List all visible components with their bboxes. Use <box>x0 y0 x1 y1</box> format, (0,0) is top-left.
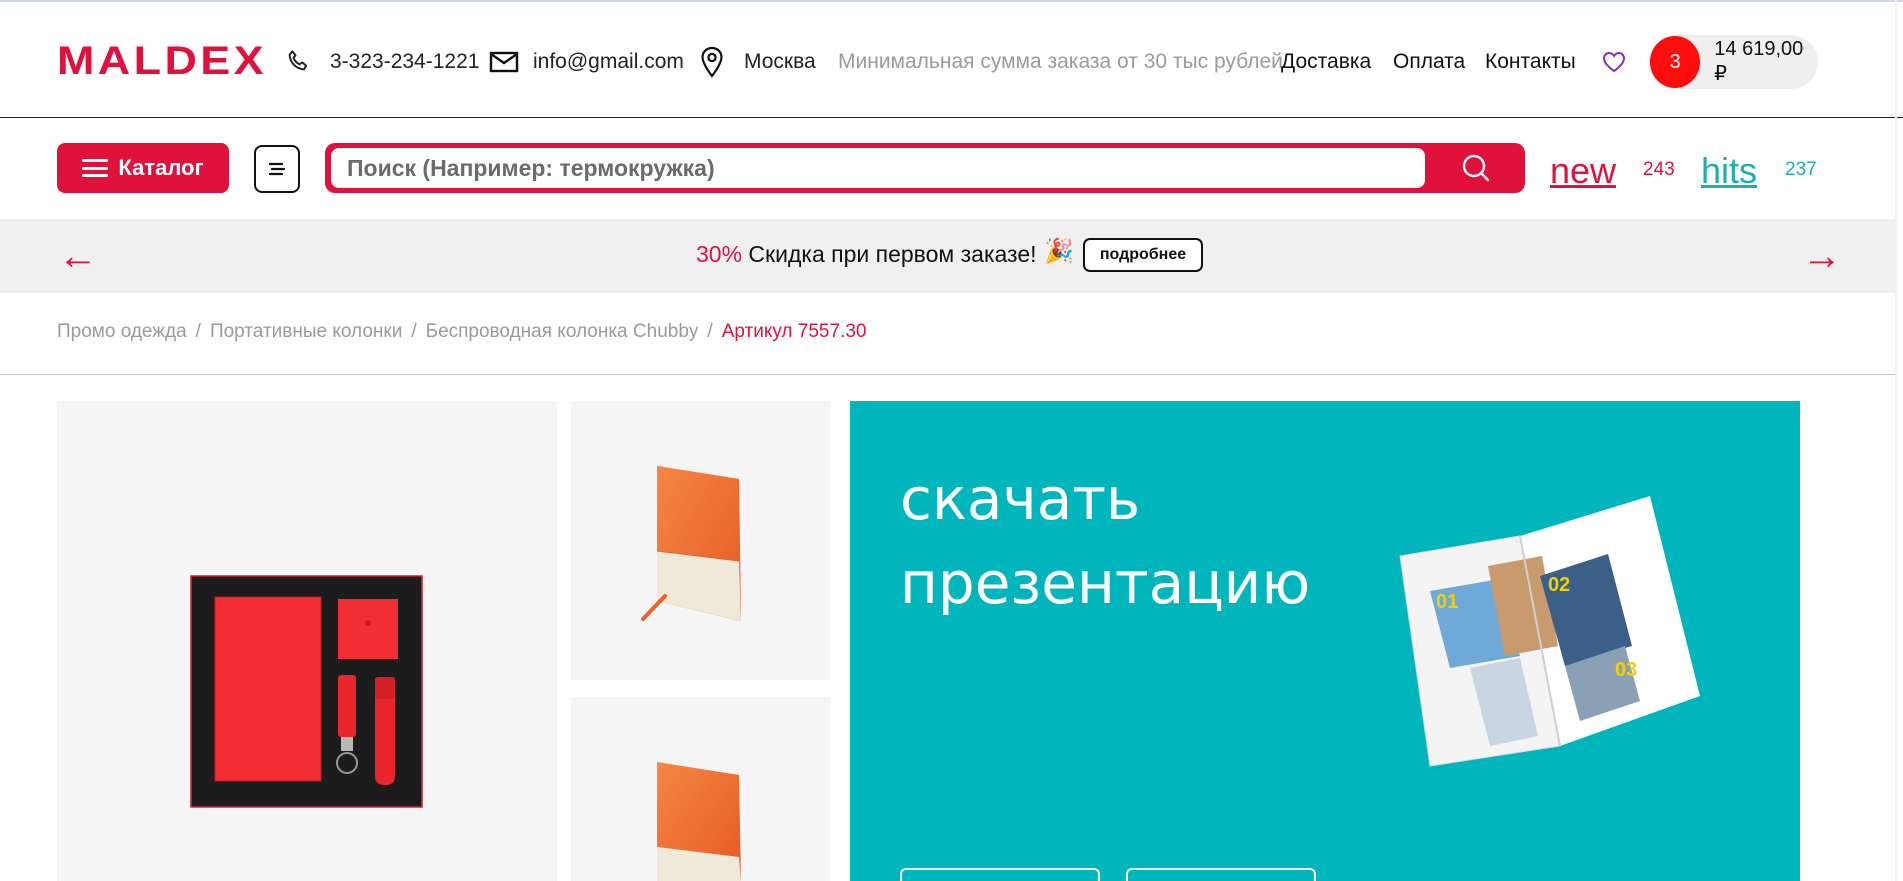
product-thumbnail[interactable] <box>571 401 830 680</box>
new-products-count: 243 <box>1643 159 1675 180</box>
hits-count: 237 <box>1785 159 1817 180</box>
hits-link[interactable]: hits <box>1701 150 1757 192</box>
catalog-button[interactable]: Каталог <box>57 143 229 193</box>
svg-text:02: 02 <box>1548 574 1570 596</box>
heart-icon <box>1602 51 1626 73</box>
email-address: info@gmail.com <box>533 50 684 73</box>
mail-icon <box>489 51 519 73</box>
header-phone[interactable]: 3-323-234-1221 <box>284 42 479 82</box>
cart-sum: 14 619,00 ₽ <box>1714 38 1804 85</box>
breadcrumb-item[interactable]: Портативные колонки <box>210 321 402 343</box>
presentation-banner[interactable]: скачать презентацию 01 02 03 <box>850 401 1800 881</box>
promo-banner-strip: ← 30% Скидка при первом заказе! 🎉 подроб… <box>0 219 1895 293</box>
top-bar: MALDEX 3-323-234-1221 info@gmail.com Мос… <box>0 0 1903 118</box>
banner-title: скачать презентацию <box>900 465 1311 617</box>
search-button[interactable] <box>1427 143 1525 193</box>
gift-set-image <box>190 575 423 808</box>
breadcrumb-current: Артикул 7557.30 <box>721 321 867 342</box>
catalog-label: Каталог <box>118 155 204 180</box>
header-email[interactable]: info@gmail.com <box>489 42 684 82</box>
promo-next-arrow[interactable]: → <box>1802 236 1842 276</box>
product-main-image[interactable] <box>57 401 557 881</box>
city-name: Москва <box>744 50 816 73</box>
breadcrumb-item[interactable]: Беспроводная колонка Chubby <box>426 321 699 343</box>
favorites-button[interactable] <box>1601 42 1627 82</box>
search-input[interactable] <box>331 148 1425 188</box>
banner-button-secondary[interactable] <box>1126 868 1316 881</box>
header-city[interactable]: Москва <box>700 42 816 82</box>
notebook-thumbnail-image <box>641 466 741 621</box>
breadcrumb-separator: / <box>707 321 713 342</box>
svg-text:MALDEX: MALDEX <box>57 40 267 78</box>
party-popper-icon: 🎉 <box>1044 238 1074 265</box>
phone-number: 3-323-234-1221 <box>330 50 480 73</box>
min-order-note: Минимальная сумма заказа от 30 тыс рубле… <box>838 50 1283 73</box>
maldex-logo[interactable]: MALDEX <box>57 40 269 78</box>
cart-button[interactable]: 3 14 619,00 ₽ <box>1649 35 1818 89</box>
new-products-link[interactable]: new <box>1550 150 1616 192</box>
breadcrumb: Промо одежда / Портативные колонки / Бес… <box>57 321 866 343</box>
nav-contacts[interactable]: Контакты <box>1485 42 1576 82</box>
banner-button-primary[interactable] <box>900 868 1100 881</box>
promo-more-button[interactable]: подробнее <box>1083 238 1203 272</box>
menu-icon <box>82 158 109 178</box>
scrollbar-track[interactable] <box>1895 0 1897 881</box>
svg-text:01: 01 <box>1436 591 1458 613</box>
notebook-thumbnail-image <box>657 762 741 881</box>
filter-lines-icon <box>268 162 286 176</box>
divider <box>0 374 1895 375</box>
location-pin-icon <box>701 46 723 78</box>
breadcrumb-separator: / <box>411 321 417 342</box>
promo-prev-arrow[interactable]: ← <box>58 236 98 276</box>
breadcrumb-separator: / <box>195 321 201 342</box>
breadcrumb-item[interactable]: Промо одежда <box>57 321 187 343</box>
phone-icon <box>288 50 308 71</box>
cart-count-badge: 3 <box>1650 36 1701 88</box>
svg-text:03: 03 <box>1615 659 1637 681</box>
promo-message: Скидка при первом заказе! <box>742 241 1037 267</box>
promo-text: 30% Скидка при первом заказе! <box>696 241 1037 268</box>
nav-payment[interactable]: Оплата <box>1393 42 1465 82</box>
nav-delivery[interactable]: Доставка <box>1281 42 1371 82</box>
magazine-image: 01 02 03 <box>1399 496 1700 767</box>
promo-percent: 30% <box>696 241 743 267</box>
search-icon <box>1462 154 1490 182</box>
product-thumbnail[interactable] <box>571 697 830 881</box>
search-bar <box>325 143 1525 193</box>
filter-button[interactable] <box>254 145 300 193</box>
